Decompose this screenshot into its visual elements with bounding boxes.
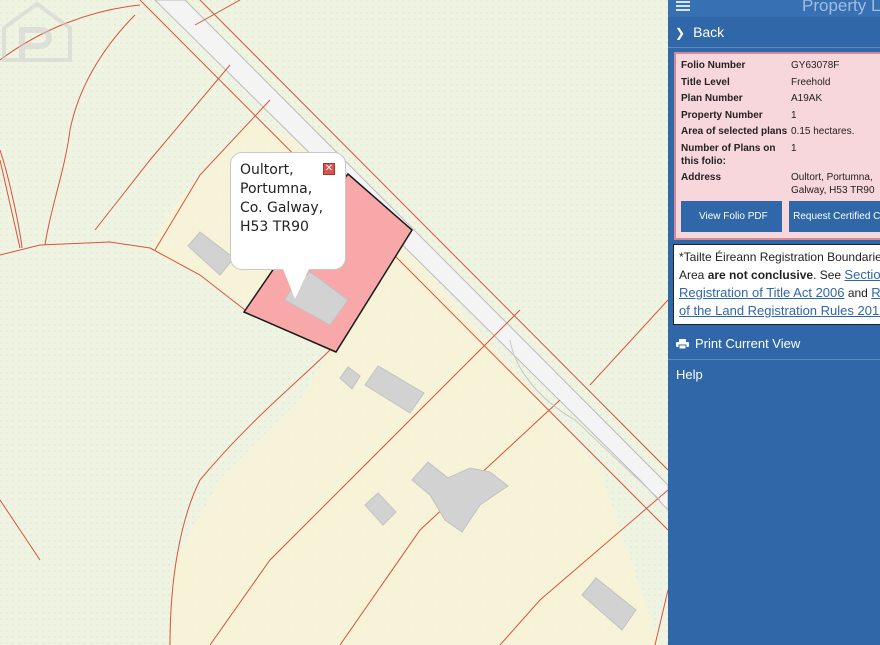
land-registration-rules-link[interactable]: of the Land Registration Rules 2012 xyxy=(679,303,880,318)
disclaimer-bold: are not conclusive xyxy=(707,268,814,282)
back-label: Back xyxy=(693,24,725,40)
info-value: 1 xyxy=(791,142,797,154)
info-row: Property Number 1 xyxy=(681,109,880,122)
folio-info-box: Folio Number GY63078F Title Level Freeho… xyxy=(674,52,880,240)
rules-link[interactable]: Rul xyxy=(871,285,880,300)
back-button[interactable]: ❯ Back xyxy=(668,17,880,48)
info-value: 1 xyxy=(791,109,797,121)
disclaimer-text: Area xyxy=(679,268,708,282)
close-icon[interactable]: ✕ xyxy=(323,163,335,175)
info-label: Title Level xyxy=(681,76,730,88)
request-certified-copy-button[interactable]: Request Certified C xyxy=(789,201,880,232)
panel-header: Property L xyxy=(668,0,880,17)
panel-title: Property L xyxy=(802,0,880,15)
popup-address-line: Co. Galway, xyxy=(240,200,324,216)
info-row: Area of selected plans 0.15 hectares. xyxy=(681,125,880,138)
registration-act-link[interactable]: Registration of Title Act 2006 xyxy=(679,285,844,300)
view-folio-pdf-button[interactable]: View Folio PDF xyxy=(681,201,783,232)
print-current-view-button[interactable]: Print Current View xyxy=(668,329,880,360)
info-value: GY63078F xyxy=(791,60,840,71)
info-label: Number of Plans on this folio: xyxy=(681,142,776,167)
disclaimer-text: *Tailte Éireann Registration Boundaries … xyxy=(679,250,880,264)
disclaimer-text: and xyxy=(844,286,872,300)
info-label: Property Number xyxy=(681,109,763,121)
info-label: Address xyxy=(681,172,722,183)
chevron-right-icon: ❯ xyxy=(675,26,686,40)
info-row: Title Level Freehold xyxy=(681,76,880,89)
watermark-logo xyxy=(2,1,72,62)
info-value: Oultort, Portumna, Galway, H53 TR90 xyxy=(791,172,875,196)
address-popup: Oultort, Portumna, Co. Galway, H53 TR90 … xyxy=(230,152,346,299)
popup-address-line: H53 TR90 xyxy=(240,219,309,235)
info-value: 0.15 hectares. xyxy=(791,126,855,137)
section-62-link[interactable]: Section 62 xyxy=(844,267,880,282)
disclaimer-box: *Tailte Éireann Registration Boundaries … xyxy=(673,244,880,325)
printer-icon xyxy=(676,339,689,349)
map-view[interactable]: Oultort, Portumna, Co. Galway, H53 TR90 … xyxy=(0,0,668,645)
info-row: Address Oultort, Portumna, Galway, H53 T… xyxy=(681,171,880,197)
help-link[interactable]: Help xyxy=(668,360,880,390)
popup-tail xyxy=(283,269,309,299)
info-label: Folio Number xyxy=(681,60,746,71)
info-value: Freehold xyxy=(791,76,831,88)
property-panel: Property L ❯ Back Folio Number GY63078F T… xyxy=(668,0,880,645)
info-value: A19AK xyxy=(791,93,823,104)
map-canvas[interactable] xyxy=(0,0,668,645)
disclaimer-text: . See xyxy=(813,268,845,282)
info-row: Folio Number GY63078F xyxy=(681,59,880,72)
hamburger-icon[interactable] xyxy=(676,0,690,11)
folio-actions: View Folio PDF Request Certified C xyxy=(681,201,880,232)
print-label: Print Current View xyxy=(695,336,801,351)
info-label: Area of selected plans xyxy=(681,126,788,137)
popup-address-line: Portumna, xyxy=(240,181,313,197)
info-label: Plan Number xyxy=(681,93,743,104)
info-row: Plan Number A19AK xyxy=(681,92,880,105)
info-row: Number of Plans on this folio: 1 xyxy=(681,142,880,168)
